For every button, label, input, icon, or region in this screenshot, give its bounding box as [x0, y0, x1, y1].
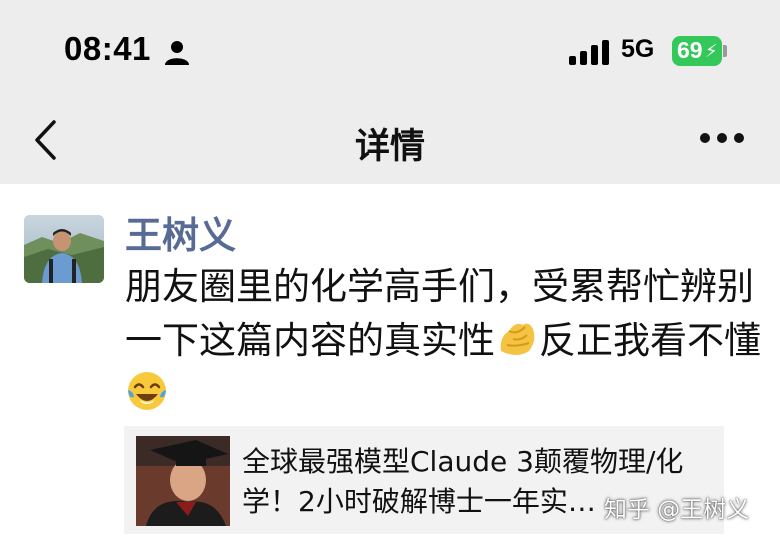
- status-bar: 08:41 5G 69 ⚡: [0, 0, 780, 100]
- post-author-name[interactable]: 王树义: [125, 205, 236, 259]
- watermark: 知乎 @王树义: [604, 497, 750, 523]
- more-options-icon[interactable]: [700, 133, 744, 145]
- page-title: 详情: [354, 127, 425, 167]
- link-thumbnail: [136, 436, 230, 526]
- post-text-part2: 反正我看不懂: [539, 319, 761, 362]
- pinching-hand-emoji: [500, 323, 535, 355]
- person-icon: [165, 41, 189, 65]
- battery-tip: [723, 45, 727, 57]
- post-text: 朋友圈里的化学高手们，受累帮忙辨别一下这篇内容的真实性 反正我看不懂: [125, 260, 770, 422]
- status-time: 08:41: [64, 30, 151, 67]
- battery-indicator: 69 ⚡: [672, 36, 722, 66]
- charging-bolt-icon: ⚡: [705, 41, 718, 62]
- network-type: 5G: [621, 35, 655, 63]
- battery-level: 69: [677, 37, 703, 63]
- nav-bar: 详情: [0, 100, 780, 184]
- tears-of-joy-emoji: [128, 372, 166, 410]
- avatar[interactable]: [24, 215, 104, 283]
- signal-strength-icon: [569, 40, 609, 65]
